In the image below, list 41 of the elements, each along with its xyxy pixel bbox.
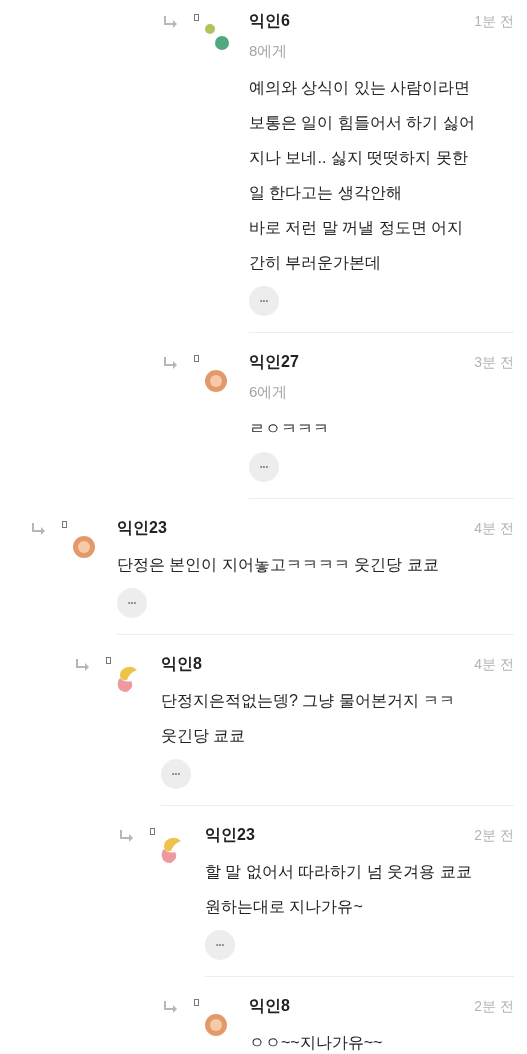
avatar-icon — [204, 369, 228, 393]
comment-text-line: ㅇㅇ~~지나가유~~ — [249, 1033, 384, 1053]
comment-text-line: 바로 저런 말 꺼낼 정도면 어지 — [249, 218, 465, 238]
timestamp: 2분 전 — [474, 997, 514, 1016]
reply-arrow-icon — [32, 523, 46, 535]
comment-text-line: 웃긴당 쿄쿄 — [161, 726, 247, 746]
reply-arrow-icon — [76, 659, 90, 671]
author-name: 익인23 — [205, 825, 255, 845]
comment-text-line: 예의와 상식이 있는 사람이라면 — [249, 78, 472, 98]
comment-text-line: 보통은 일이 힘들어서 하기 싫어 — [249, 113, 476, 133]
author-name: 익인27 — [249, 352, 299, 372]
timestamp: 1분 전 — [474, 12, 514, 31]
comment-text-line: 단정지은적없는뎅? 그냥 물어본거지 ㅋㅋ — [161, 691, 457, 711]
avatar-icon — [204, 1013, 228, 1037]
comment-text-line: 간히 부러운가본데 — [249, 253, 383, 273]
timestamp: 3분 전 — [474, 353, 514, 372]
author-name: 익인6 — [249, 11, 290, 31]
avatar-icon — [72, 535, 96, 559]
reply-target: 6에게 — [249, 382, 289, 402]
more-options-button[interactable]: ••• — [249, 286, 279, 316]
more-options-button[interactable]: ••• — [161, 759, 191, 789]
comment-text-line: 할 말 없어서 따라하기 넘 웃겨용 쿄쿄 — [205, 862, 473, 882]
comment-text-line: ㄹㅇㅋㅋㅋ — [249, 419, 330, 439]
more-options-button[interactable]: ••• — [117, 588, 147, 618]
reply-arrow-icon — [164, 357, 178, 369]
timestamp: 4분 전 — [474, 655, 514, 674]
more-options-button[interactable]: ••• — [205, 930, 235, 960]
comment-text-line: 단정은 본인이 지어놓고ㅋㅋㅋㅋ 웃긴당 쿄쿄 — [117, 555, 440, 575]
reply-arrow-icon — [120, 830, 134, 842]
reply-target: 8에게 — [249, 41, 289, 61]
author-name: 익인8 — [161, 654, 202, 674]
more-options-button[interactable]: ••• — [249, 452, 279, 482]
reply-arrow-icon — [164, 1001, 178, 1013]
comment-text-line: 원하는대로 지나가유~ — [205, 897, 364, 917]
timestamp: 4분 전 — [474, 519, 514, 538]
comment-text-line: 일 한다고는 생각안해 — [249, 183, 403, 203]
reply-arrow-icon — [164, 16, 178, 28]
author-name: 익인8 — [249, 996, 290, 1016]
timestamp: 2분 전 — [474, 826, 514, 845]
comment-text-line: 지나 보네.. 싫지 떳떳하지 못한 — [249, 148, 469, 168]
author-name: 익인23 — [117, 518, 167, 538]
